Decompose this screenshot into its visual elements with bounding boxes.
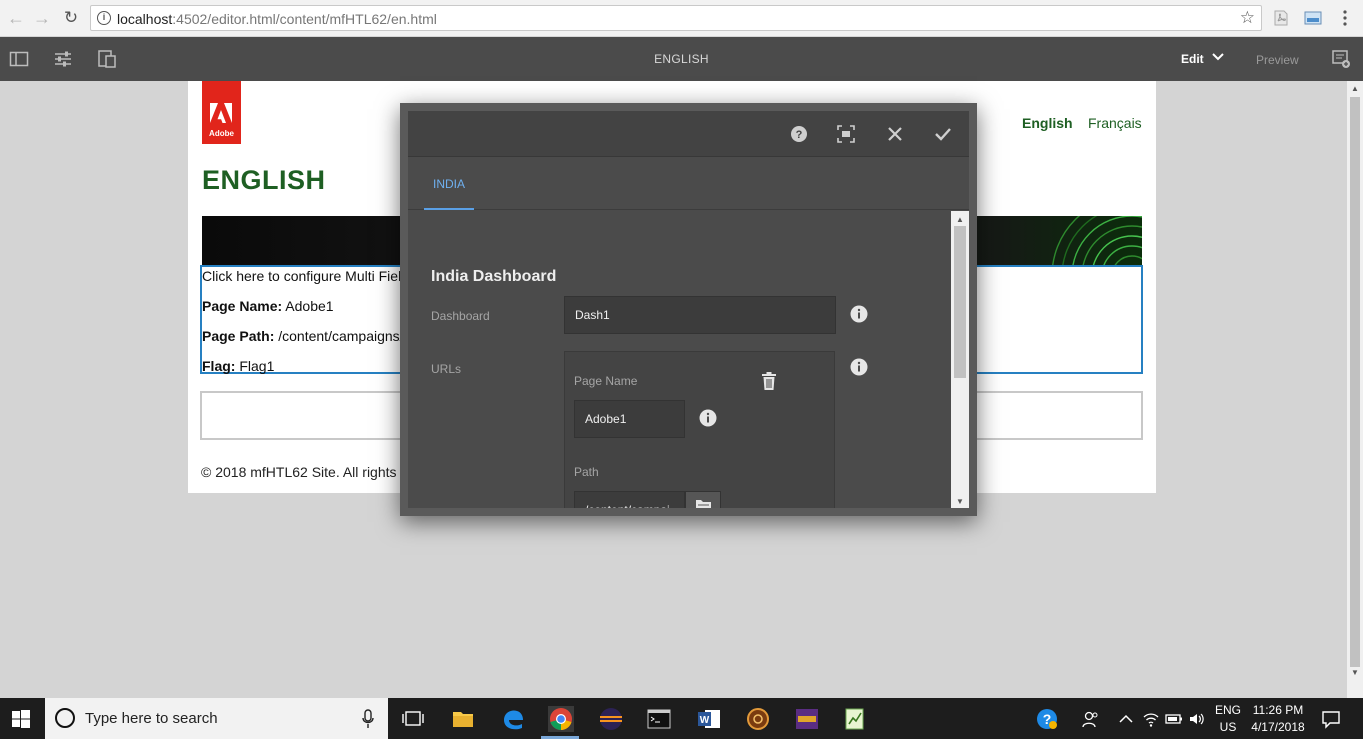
url-host: localhost — [117, 11, 173, 27]
row-label: Flag: — [202, 358, 236, 374]
address-url[interactable]: localhost:4502/editor.html/content/mfHTL… — [117, 11, 437, 27]
row-page-name: Page Name: Adobe1 — [202, 298, 334, 314]
info-icon[interactable] — [850, 358, 868, 376]
microphone-icon[interactable] — [361, 709, 375, 729]
edit-mode-button[interactable]: Edit — [1181, 52, 1204, 66]
action-center-icon[interactable] — [1321, 709, 1341, 729]
windows-taskbar: Type here to search W ? ENG US 11:26 PM … — [0, 698, 1363, 739]
file-explorer-icon[interactable] — [450, 706, 476, 732]
chrome-browser-icon[interactable] — [548, 706, 574, 732]
tab-india[interactable]: INDIA — [424, 158, 474, 210]
clock-date[interactable]: 4/17/2018 — [1246, 720, 1310, 734]
path-input[interactable]: /content/campai — [574, 491, 685, 508]
page-name-label: Page Name — [574, 374, 638, 388]
scroll-down-arrow-icon[interactable]: ▼ — [1351, 668, 1359, 677]
aem-editor-toolbar: ENGLISH Edit Preview — [0, 37, 1363, 81]
fullscreen-icon[interactable] — [837, 125, 855, 143]
confirm-checkmark-icon[interactable] — [934, 125, 952, 143]
close-icon[interactable] — [886, 125, 904, 143]
adobe-logo[interactable]: Adobe — [202, 81, 241, 144]
language-link-english[interactable]: English — [1022, 115, 1073, 131]
page-footer: © 2018 mfHTL62 Site. All rights r — [201, 464, 406, 480]
multifield-placeholder: Click here to configure Multi Field — [202, 268, 409, 284]
input-language-region[interactable]: US — [1208, 720, 1248, 734]
language-link-french[interactable]: Français — [1088, 115, 1142, 131]
battery-icon[interactable] — [1165, 710, 1183, 728]
row-label: Page Path: — [202, 328, 275, 344]
hero-swirl-graphic — [1052, 216, 1142, 265]
forward-arrow-icon[interactable]: → — [32, 8, 52, 28]
folder-icon — [696, 500, 711, 508]
volume-icon[interactable] — [1188, 710, 1206, 728]
row-value: Adobe1 — [285, 298, 334, 314]
dialog-scrollbar[interactable]: ▲ ▼ — [951, 211, 969, 508]
people-icon[interactable] — [1081, 710, 1099, 728]
dialog-body: India Dashboard Dashboard Dash1 URLs Pag… — [408, 211, 951, 508]
reload-icon[interactable]: ↻ — [61, 8, 81, 28]
screen-capture-extension-icon[interactable] — [1304, 9, 1322, 27]
info-icon[interactable] — [699, 409, 717, 427]
dialog-header: ? — [408, 111, 969, 157]
page-scrollbar[interactable]: ▲ ▼ — [1347, 81, 1363, 698]
game-app-icon[interactable] — [794, 706, 820, 732]
input-language-code[interactable]: ENG — [1208, 703, 1248, 717]
page-name-input[interactable]: Adobe1 — [574, 400, 685, 438]
scroll-up-arrow-icon[interactable]: ▲ — [956, 215, 964, 224]
dashboard-input[interactable]: Dash1 — [564, 296, 836, 334]
row-label: Page Name: — [202, 298, 283, 314]
address-bar[interactable]: i localhost:4502/editor.html/content/mfH… — [90, 5, 1262, 31]
info-icon[interactable] — [850, 305, 868, 323]
bookmark-star-icon[interactable]: ☆ — [1240, 8, 1255, 28]
preview-mode-button[interactable]: Preview — [1256, 53, 1299, 67]
cortana-icon — [55, 708, 75, 728]
component-dialog: ? INDIA India Dashboard Dashboard Dash1 … — [400, 103, 977, 516]
dialog-panel: ? INDIA India Dashboard Dashboard Dash1 … — [408, 111, 969, 508]
help-icon[interactable]: ? — [790, 125, 808, 143]
site-info-icon[interactable]: i — [97, 11, 111, 25]
row-value: /content/campaigns/g — [278, 328, 412, 344]
row-value: Flag1 — [239, 358, 275, 374]
urls-label: URLs — [431, 362, 462, 376]
search-placeholder: Type here to search — [85, 710, 218, 727]
scroll-up-arrow-icon[interactable]: ▲ — [1351, 84, 1359, 93]
show-hidden-icons-chevron-icon[interactable] — [1117, 710, 1135, 728]
windows-start-icon[interactable] — [12, 710, 30, 728]
media-app-icon[interactable] — [745, 706, 771, 732]
path-label: Path — [574, 465, 599, 479]
page-heading: ENGLISH — [202, 165, 326, 195]
annotations-icon[interactable] — [1331, 49, 1351, 69]
dashboard-label: Dashboard — [431, 309, 490, 323]
section-title: India Dashboard — [431, 268, 557, 285]
word-icon[interactable]: W — [696, 706, 722, 732]
eclipse-ide-icon[interactable] — [598, 706, 624, 732]
pdf-extension-icon[interactable] — [1272, 9, 1290, 27]
task-view-icon[interactable] — [400, 706, 426, 732]
notepad-plus-plus-icon[interactable] — [842, 706, 868, 732]
editor-page-title: ENGLISH — [654, 52, 709, 66]
svg-text:W: W — [700, 715, 710, 726]
edge-browser-icon[interactable] — [500, 706, 526, 732]
row-flag: Flag: Flag1 — [202, 358, 274, 374]
chrome-menu-icon[interactable] — [1336, 9, 1354, 27]
back-arrow-icon[interactable]: ← — [6, 8, 26, 28]
svg-text:?: ? — [796, 129, 803, 141]
row-page-path: Page Path: /content/campaigns/g — [202, 328, 411, 344]
dialog-tabs: INDIA — [408, 158, 969, 210]
command-prompt-icon[interactable] — [646, 706, 672, 732]
path-browse-button[interactable] — [685, 491, 721, 508]
adobe-logo-text: Adobe — [209, 129, 234, 138]
chevron-down-icon[interactable] — [1211, 50, 1225, 64]
trash-icon[interactable] — [761, 372, 777, 390]
url-path: :4502/editor.html/content/mfHTL62/en.htm… — [172, 11, 437, 27]
scrollbar-thumb[interactable] — [1350, 97, 1360, 667]
help-tips-icon[interactable]: ? — [1036, 708, 1058, 730]
scrollbar-thumb[interactable] — [954, 226, 966, 378]
scroll-down-arrow-icon[interactable]: ▼ — [956, 497, 964, 506]
urls-multifield-item: Page Name Adobe1 Path /content/campai — [564, 351, 835, 508]
taskbar-search-box[interactable]: Type here to search — [45, 698, 388, 739]
clock-time[interactable]: 11:26 PM — [1248, 703, 1308, 717]
adobe-mark-icon — [210, 103, 232, 123]
browser-toolbar: ← → ↻ i localhost:4502/editor.html/conte… — [0, 0, 1363, 37]
wifi-icon[interactable] — [1142, 710, 1160, 728]
